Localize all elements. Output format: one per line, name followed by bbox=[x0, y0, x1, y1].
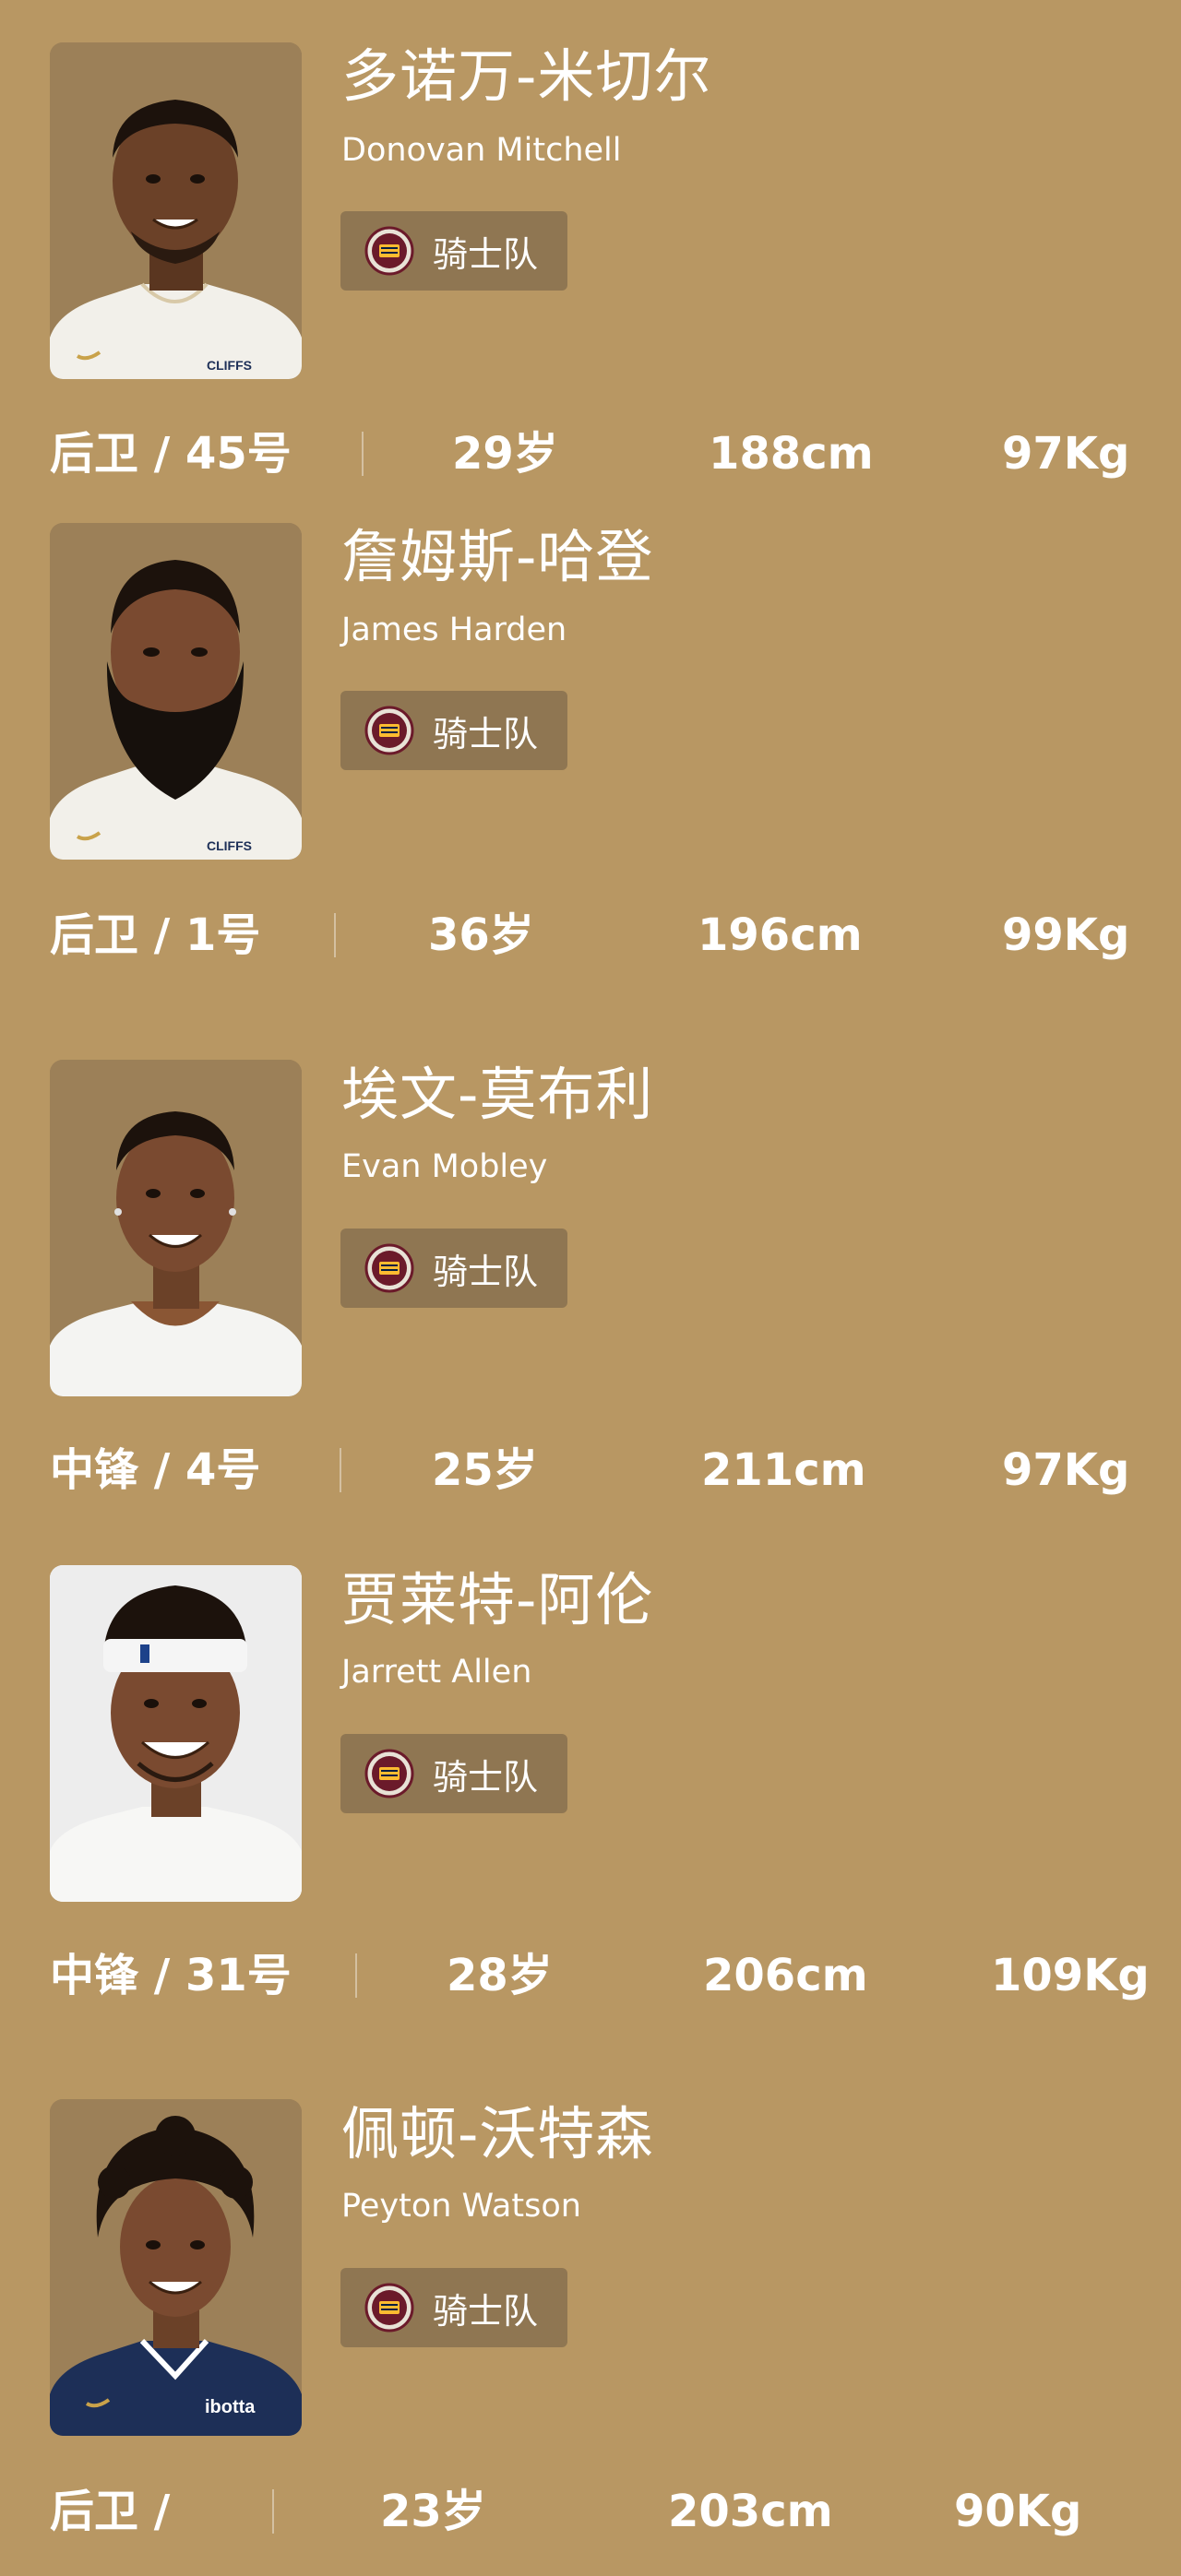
player-weight: 97Kg bbox=[1002, 1444, 1130, 1496]
stat-divider bbox=[272, 2489, 274, 2534]
position-number: 后卫 / bbox=[50, 2486, 171, 2537]
stat-divider bbox=[362, 432, 364, 476]
stat-divider bbox=[340, 1448, 341, 1492]
player-age: 29岁 bbox=[452, 428, 558, 480]
team-badge[interactable]: 骑士队 bbox=[340, 211, 567, 291]
team-label: 骑士队 bbox=[433, 1251, 539, 1292]
player-height: 203cm bbox=[668, 2486, 833, 2537]
player-name-en: James Harden bbox=[341, 611, 567, 648]
player-height: 188cm bbox=[709, 428, 874, 480]
player-photo: CLIFFS bbox=[50, 42, 302, 379]
player-photo bbox=[50, 1060, 302, 1396]
player-name-cn: 埃文-莫布利 bbox=[341, 1061, 654, 1128]
position-number: 中锋 / 31号 bbox=[50, 1950, 292, 2001]
cavaliers-logo-icon bbox=[364, 1243, 414, 1293]
team-badge[interactable]: 骑士队 bbox=[340, 691, 567, 770]
stat-divider bbox=[334, 913, 336, 957]
jersey-sponsor-text: CLIFFS bbox=[207, 838, 252, 853]
jersey-sponsor-text: ibotta bbox=[205, 2397, 256, 2417]
cavaliers-logo-icon bbox=[364, 226, 414, 276]
team-label: 骑士队 bbox=[433, 1756, 539, 1798]
team-label: 骑士队 bbox=[433, 713, 539, 754]
player-photo: CLIFFS bbox=[50, 523, 302, 860]
player-weight: 90Kg bbox=[954, 2486, 1082, 2537]
player-name-cn: 詹姆斯-哈登 bbox=[341, 523, 654, 590]
player-photo: ibotta bbox=[50, 2099, 302, 2436]
player-age: 23岁 bbox=[380, 2486, 486, 2537]
player-name-en: Donovan Mitchell bbox=[341, 132, 622, 169]
player-height: 211cm bbox=[701, 1444, 866, 1496]
jersey-sponsor-text: CLIFFS bbox=[207, 358, 252, 373]
player-age: 36岁 bbox=[428, 909, 534, 961]
cavaliers-logo-icon bbox=[364, 1749, 414, 1798]
player-name-en: Evan Mobley bbox=[341, 1148, 548, 1185]
player-age: 25岁 bbox=[432, 1444, 538, 1496]
player-weight: 109Kg bbox=[991, 1950, 1150, 2001]
player-height: 206cm bbox=[703, 1950, 868, 2001]
player-weight: 99Kg bbox=[1002, 909, 1130, 961]
position-number: 后卫 / 1号 bbox=[50, 909, 261, 961]
player-name-cn: 多诺万-米切尔 bbox=[341, 42, 712, 110]
player-name-cn: 贾莱特-阿伦 bbox=[341, 1566, 654, 1633]
team-badge[interactable]: 骑士队 bbox=[340, 1734, 567, 1813]
player-name-cn: 佩顿-沃特森 bbox=[341, 2100, 654, 2167]
team-label: 骑士队 bbox=[433, 233, 539, 275]
player-age: 28岁 bbox=[447, 1950, 553, 2001]
player-height: 196cm bbox=[698, 909, 863, 961]
team-badge[interactable]: 骑士队 bbox=[340, 2268, 567, 2347]
cavaliers-logo-icon bbox=[364, 2283, 414, 2333]
player-photo bbox=[50, 1565, 302, 1902]
position-number: 中锋 / 4号 bbox=[50, 1444, 261, 1496]
player-name-en: Jarrett Allen bbox=[341, 1654, 532, 1691]
team-label: 骑士队 bbox=[433, 2290, 539, 2332]
position-number: 后卫 / 45号 bbox=[50, 428, 292, 480]
cavaliers-logo-icon bbox=[364, 706, 414, 755]
team-badge[interactable]: 骑士队 bbox=[340, 1229, 567, 1308]
player-weight: 97Kg bbox=[1002, 428, 1130, 480]
stat-divider bbox=[355, 1953, 357, 1998]
player-name-en: Peyton Watson bbox=[341, 2188, 581, 2225]
